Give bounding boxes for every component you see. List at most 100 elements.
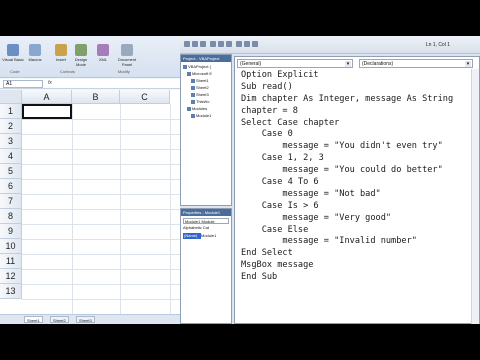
code-line: Select Case chapter — [241, 117, 340, 128]
object-combo[interactable]: (General) ▾ — [237, 59, 353, 68]
tree-item-module1[interactable]: Module1 — [191, 113, 211, 118]
properties-window: Properties - Module1 Module1 Module Alph… — [180, 208, 232, 324]
visual-basic-icon — [7, 44, 19, 56]
tree-item-thisworkbook[interactable]: ThisWo — [191, 99, 209, 104]
copy-icon[interactable] — [218, 41, 224, 47]
formula-bar: A1 fx — [0, 79, 180, 89]
code-line: Case 1, 2, 3 — [241, 153, 324, 164]
row-header[interactable]: 8 — [0, 209, 22, 224]
code-editor[interactable]: Option Explicit Sub read() Dim chapter A… — [241, 70, 479, 284]
reset-icon[interactable] — [252, 41, 258, 47]
procedure-combo[interactable]: (Declarations) ▾ — [359, 59, 473, 68]
selected-cell-a1[interactable] — [22, 104, 72, 119]
design-mode-button[interactable]: Design Mode — [70, 44, 92, 67]
sheet-icon — [191, 92, 195, 97]
code-line: Option Explicit — [241, 70, 319, 80]
chevron-down-icon: ▾ — [345, 61, 351, 67]
gridline — [22, 119, 180, 120]
macros-button[interactable]: Macros — [24, 44, 46, 62]
run-icon[interactable] — [236, 41, 242, 47]
code-line: Case 4 To 6 — [241, 177, 319, 188]
save-icon[interactable] — [200, 41, 206, 47]
column-header-c[interactable]: C — [120, 90, 170, 104]
select-all-corner[interactable] — [0, 90, 22, 104]
name-box[interactable]: A1 — [3, 80, 43, 88]
row-header[interactable]: 4 — [0, 149, 22, 164]
paste-icon[interactable] — [226, 41, 232, 47]
gridline — [22, 269, 180, 270]
workbook-icon — [191, 99, 195, 104]
tree-item-modules[interactable]: Modules — [187, 106, 207, 111]
row-header[interactable]: 10 — [0, 239, 22, 254]
insert-button[interactable]: Insert — [50, 44, 72, 62]
properties-title: Properties - Module1 — [181, 209, 231, 216]
code-line: Case 0 — [241, 129, 293, 140]
cursor-position: Ln 1, Col 1 — [425, 42, 450, 48]
properties-object-select[interactable]: Module1 Module — [183, 218, 229, 224]
project-explorer-title: Project - VBAProject — [181, 55, 231, 62]
gridline — [170, 104, 171, 314]
row-header[interactable]: 2 — [0, 119, 22, 134]
sheet-tab-sheet1[interactable]: Sheet1 — [24, 316, 43, 323]
gridline — [22, 209, 180, 210]
chevron-down-icon: ▾ — [465, 61, 471, 67]
code-line: chapter = 8 — [241, 105, 298, 116]
project-icon — [183, 64, 187, 69]
property-row-name[interactable]: (Name) Module1 — [183, 233, 229, 239]
code-line: message = "You could do better" — [241, 165, 443, 176]
vbe-toolbar: Ln 1, Col 1 — [180, 36, 480, 54]
group-controls-label: Controls — [60, 69, 75, 74]
gridline — [22, 134, 180, 135]
sheet-tab-sheet3[interactable]: Sheet3 — [76, 316, 95, 323]
gridline — [72, 104, 73, 314]
worksheet-grid[interactable]: A B C 1 2 3 4 5 6 7 8 9 10 11 12 13 — [0, 90, 180, 314]
row-header[interactable]: 5 — [0, 164, 22, 179]
cut-icon[interactable] — [210, 41, 216, 47]
column-header-b[interactable]: B — [72, 90, 120, 104]
tree-item-sheet2[interactable]: Sheet2 — [191, 85, 209, 90]
code-line: MsgBox message — [241, 260, 314, 271]
sheet-icon — [191, 78, 195, 83]
folder-icon — [187, 106, 191, 111]
macros-icon — [29, 44, 41, 56]
letterbox-bottom — [0, 324, 480, 360]
fx-icon[interactable]: fx — [48, 80, 52, 86]
row-header[interactable]: 11 — [0, 254, 22, 269]
excel-window: Visual Basic Macros Insert Design Mode X… — [0, 36, 180, 324]
code-scrollbar[interactable] — [471, 69, 479, 324]
row-header[interactable]: 3 — [0, 134, 22, 149]
visual-basic-button[interactable]: Visual Basic — [2, 44, 24, 62]
code-line: Dim chapter As Integer, message As Strin… — [241, 93, 454, 104]
properties-tabs[interactable]: Alphabetic Cat — [183, 225, 229, 231]
vba-editor-window: Ln 1, Col 1 Project - VBAProject VBAProj… — [180, 36, 480, 324]
sheet-tab-bar: Sheet1 Sheet2 Sheet3 — [0, 314, 180, 324]
code-line: Case Is > 6 — [241, 200, 319, 211]
code-line: message = "You didn't even try" — [241, 141, 443, 152]
code-line: message = "Not bad" — [241, 188, 381, 199]
row-header[interactable]: 12 — [0, 269, 22, 284]
gridline — [22, 149, 180, 150]
xml-icon — [97, 44, 109, 56]
insert-icon[interactable] — [192, 41, 198, 47]
row-header[interactable]: 9 — [0, 224, 22, 239]
row-header[interactable]: 1 — [0, 104, 22, 119]
letterbox-top — [0, 0, 480, 36]
tree-item-sheet3[interactable]: Sheet3 — [191, 92, 209, 97]
excel-icon[interactable] — [184, 41, 190, 47]
break-icon[interactable] — [244, 41, 250, 47]
document-panel-button[interactable]: Document Panel — [114, 44, 140, 67]
row-header[interactable]: 6 — [0, 179, 22, 194]
xml-button[interactable]: XML — [92, 44, 114, 62]
group-code-label: Code — [10, 69, 20, 74]
row-header[interactable]: 13 — [0, 284, 22, 299]
gridline — [22, 299, 180, 300]
tree-item-objects[interactable]: Microsoft E — [187, 71, 212, 76]
sheet-tab-sheet2[interactable]: Sheet2 — [50, 316, 69, 323]
code-line: message = "Invalid number" — [241, 236, 417, 247]
column-header-a[interactable]: A — [22, 90, 72, 104]
design-mode-icon — [75, 44, 87, 56]
tree-item-vbaproject[interactable]: VBAProject ( — [183, 64, 211, 69]
gridline — [22, 254, 180, 255]
row-header[interactable]: 7 — [0, 194, 22, 209]
tree-item-sheet1[interactable]: Sheet1 — [191, 78, 209, 83]
